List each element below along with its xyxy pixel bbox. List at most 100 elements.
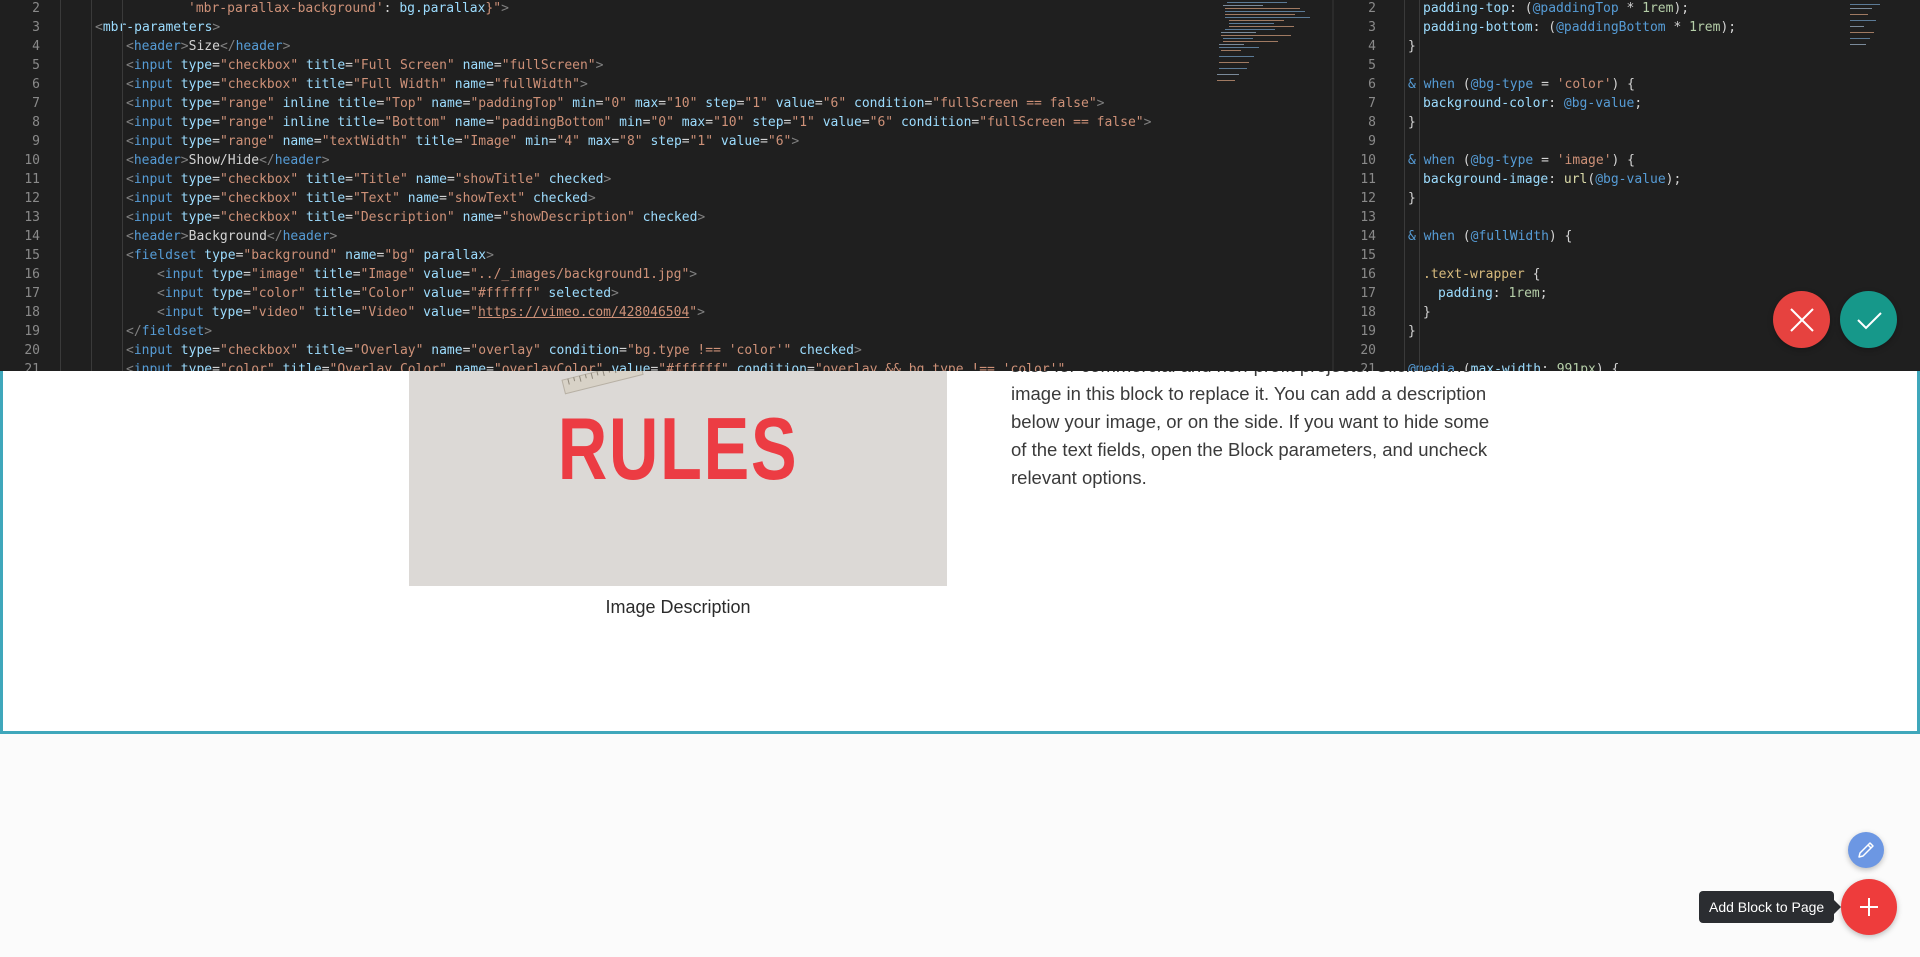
code-text[interactable]: } [1408,322,1416,341]
code-token: = [1533,77,1557,92]
code-text[interactable]: 'mbr-parallax-background': bg.parallax}"… [188,0,509,18]
code-token: "6" [767,134,792,149]
code-text[interactable]: } [1423,303,1431,322]
code-token: = [345,172,353,187]
code-text[interactable]: <header>Size</header> [126,37,290,56]
code-text[interactable]: <input type="checkbox" title="Title" nam… [126,170,611,189]
code-text[interactable]: & when (@bg-type = 'image') { [1408,151,1635,170]
code-token: < [126,39,134,54]
line-number: 15 [24,248,40,263]
line-number: 8 [32,115,40,130]
edit-page-button[interactable] [1848,832,1884,868]
code-token: < [126,115,134,130]
code-text[interactable]: <header>Background</header> [126,227,337,246]
code-token: input [133,191,181,206]
html-code-pane[interactable]: 2 'mbr-parallax-background': bg.parallax}… [0,0,1328,371]
code-token: value [423,267,463,282]
code-text[interactable]: <input type="checkbox" title="Full Width… [126,75,588,94]
code-token: = [446,172,455,187]
plus-icon [1860,898,1878,916]
indent-guide [1404,0,1405,371]
code-text[interactable]: <input type="range" inline title="Top" n… [126,94,1104,113]
code-text[interactable]: } [1408,189,1416,208]
code-token: = [352,286,361,301]
block-description-text[interactable]: sites for commercial and non-profit proj… [1011,352,1493,512]
code-token: < [95,20,103,35]
code-text[interactable]: padding: 1rem; [1438,284,1548,303]
code-token: : [1548,96,1564,111]
code-token: input [164,286,212,301]
code-text[interactable]: } [1408,113,1416,132]
code-token: 1rem [1689,20,1721,35]
code-token: Size [188,39,220,54]
code-token: > [595,58,604,73]
html-minimap[interactable] [1215,0,1335,90]
code-text[interactable]: <input type="range" name="textWidth" tit… [126,132,799,151]
image-description[interactable]: Image Description [409,597,947,618]
code-token: "background" [243,248,346,263]
image-rules-text: RULES [557,399,799,498]
line-number: 17 [24,286,40,301]
code-text[interactable]: & when (@fullWidth) { [1408,227,1572,246]
code-text[interactable]: <input type="checkbox" title="Overlay" n… [126,341,862,360]
code-text[interactable]: <input type="color" title="Overlay Color… [126,360,1065,371]
code-text[interactable]: <input type="color" title="Color" value=… [157,284,619,303]
code-token: type [211,286,244,301]
indent-guide [60,0,61,371]
line-number: 4 [32,39,40,54]
code-text[interactable]: <input type="image" title="Image" value=… [157,265,697,284]
code-text[interactable]: <input type="range" inline title="Bottom… [126,113,1151,132]
code-text[interactable]: <mbr-parameters> [95,18,220,37]
code-text[interactable]: .text-wrapper { [1423,265,1540,284]
code-token: checked [799,343,854,358]
code-text[interactable]: </fieldset> [126,322,212,341]
code-text[interactable]: <input type="checkbox" title="Text" name… [126,189,596,208]
code-token: "Color" [360,286,424,301]
code-text[interactable]: <input type="checkbox" title="Descriptio… [126,208,705,227]
css-minimap[interactable] [1848,0,1918,50]
code-token: = [493,58,502,73]
code-token: "range" [219,134,283,149]
code-token: < [157,267,165,282]
code-token: name [462,210,494,225]
cancel-button[interactable] [1773,291,1830,348]
code-text[interactable]: background-image: url(@bg-value); [1423,170,1681,189]
code-text[interactable]: <input type="checkbox" title="Full Scree… [126,56,603,75]
code-text[interactable]: padding-top: (@paddingTop * 1rem); [1423,0,1689,18]
code-token: = [493,210,502,225]
code-token: input [133,362,181,371]
code-text[interactable]: <input type="video" title="Video" value=… [157,303,705,322]
code-token: checked [642,210,698,225]
code-token: = [658,96,667,111]
code-token: > [321,153,330,168]
code-token: > [204,324,213,339]
code-token: : [1492,286,1509,301]
add-block-button[interactable] [1841,879,1897,935]
code-token: input [133,134,181,149]
line-number: 11 [24,172,40,187]
code-text[interactable]: <fieldset type="background" name="bg" pa… [126,246,494,265]
page-block[interactable]: RULES Image Description sites for commer… [0,355,1920,734]
css-code-pane[interactable]: 2 padding-top: (@paddingTop * 1rem); 3 padd… [1340,0,1920,371]
code-text[interactable]: <header>Show/Hide</header> [126,151,330,170]
code-text[interactable]: background-color: @bg-value; [1423,94,1642,113]
code-token: = [243,267,251,282]
code-token: > [853,343,862,358]
code-token: < [126,343,134,358]
code-text[interactable]: & when (@bg-type = 'color') { [1408,75,1635,94]
code-token: ( [1454,362,1471,371]
code-editor-panel[interactable]: 2 'mbr-parallax-background': bg.parallax}… [0,0,1920,371]
code-token: = [595,96,604,111]
code-token: inline [282,96,338,111]
code-text[interactable]: padding-bottom: (@paddingBottom * 1rem); [1423,18,1736,37]
apply-button[interactable] [1840,291,1897,348]
code-token: "Image" [360,267,424,282]
code-token: name [454,77,487,92]
code-token: input [133,77,181,92]
code-text[interactable]: } [1408,37,1416,56]
code-text[interactable]: @media (max-width: 991px) { [1408,360,1619,371]
code-token: ) { [1611,77,1636,92]
code-token: > [611,286,619,301]
code-token: ; [1539,286,1548,301]
block-image[interactable]: RULES [409,368,947,586]
